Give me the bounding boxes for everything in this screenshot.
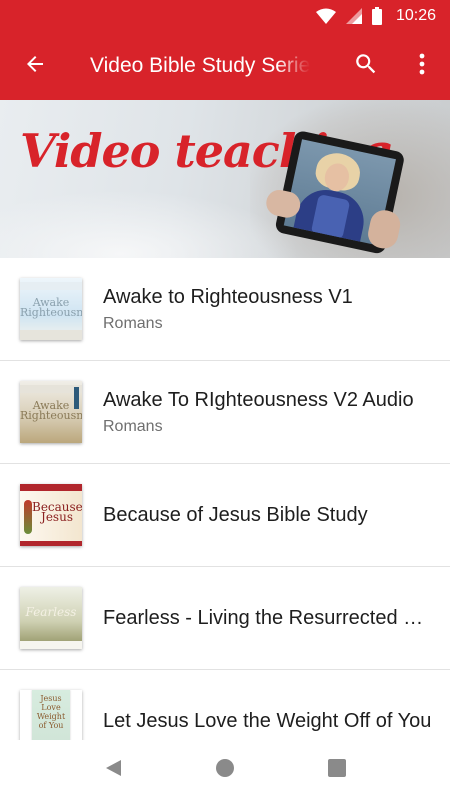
search-button[interactable]: [338, 32, 394, 100]
item-title: Awake To RIghteousness V2 Audio: [103, 388, 414, 411]
series-thumbnail: AwakeRighteousness: [20, 278, 82, 340]
item-title: Fearless - Living the Resurrected Life: [103, 606, 433, 629]
search-icon: [353, 51, 379, 82]
series-thumbnail: Because Jesus: [20, 484, 82, 546]
item-subtitle: Romans: [103, 314, 163, 332]
back-button[interactable]: [0, 32, 70, 100]
wifi-icon: [315, 8, 336, 24]
page-title: Video Bible Study Series: [90, 54, 310, 77]
nav-home-button[interactable]: [169, 740, 281, 800]
item-title: Let Jesus Love the Weight Off of You: [103, 709, 432, 732]
nav-recents-button[interactable]: [281, 740, 393, 800]
cell-signal-icon: [345, 8, 362, 24]
status-bar: 10:26: [0, 0, 450, 32]
list-item[interactable]: AwakeRighteousness Awake to Righteousnes…: [0, 258, 450, 361]
battery-icon: [371, 7, 382, 25]
list-item[interactable]: AwakeRighteousness Awake To RIghteousnes…: [0, 361, 450, 464]
nav-back-button[interactable]: [57, 740, 169, 800]
series-thumbnail: AwakeRighteousness: [20, 381, 82, 443]
clock: 10:26: [395, 7, 436, 24]
series-thumbnail: Fearless: [20, 587, 82, 649]
item-title: Because of Jesus Bible Study: [103, 503, 368, 526]
overflow-menu-button[interactable]: [394, 32, 450, 100]
app-bar: Video Bible Study Series: [0, 32, 450, 100]
series-list: AwakeRighteousness Awake to Righteousnes…: [0, 258, 450, 773]
home-circle-icon: [215, 758, 235, 783]
back-triangle-icon: [103, 758, 123, 783]
arrow-back-icon: [23, 52, 47, 81]
item-subtitle: Romans: [103, 417, 163, 435]
item-title: Awake to Righteousness V1: [103, 285, 353, 308]
system-nav-bar: [0, 740, 450, 800]
video-teaching-banner[interactable]: Video teaching: [0, 100, 450, 258]
recents-square-icon: [328, 758, 346, 782]
more-vert-icon: [419, 53, 425, 80]
list-item[interactable]: Fearless Fearless - Living the Resurrect…: [0, 567, 450, 670]
list-item[interactable]: Because Jesus Because of Jesus Bible Stud…: [0, 464, 450, 567]
